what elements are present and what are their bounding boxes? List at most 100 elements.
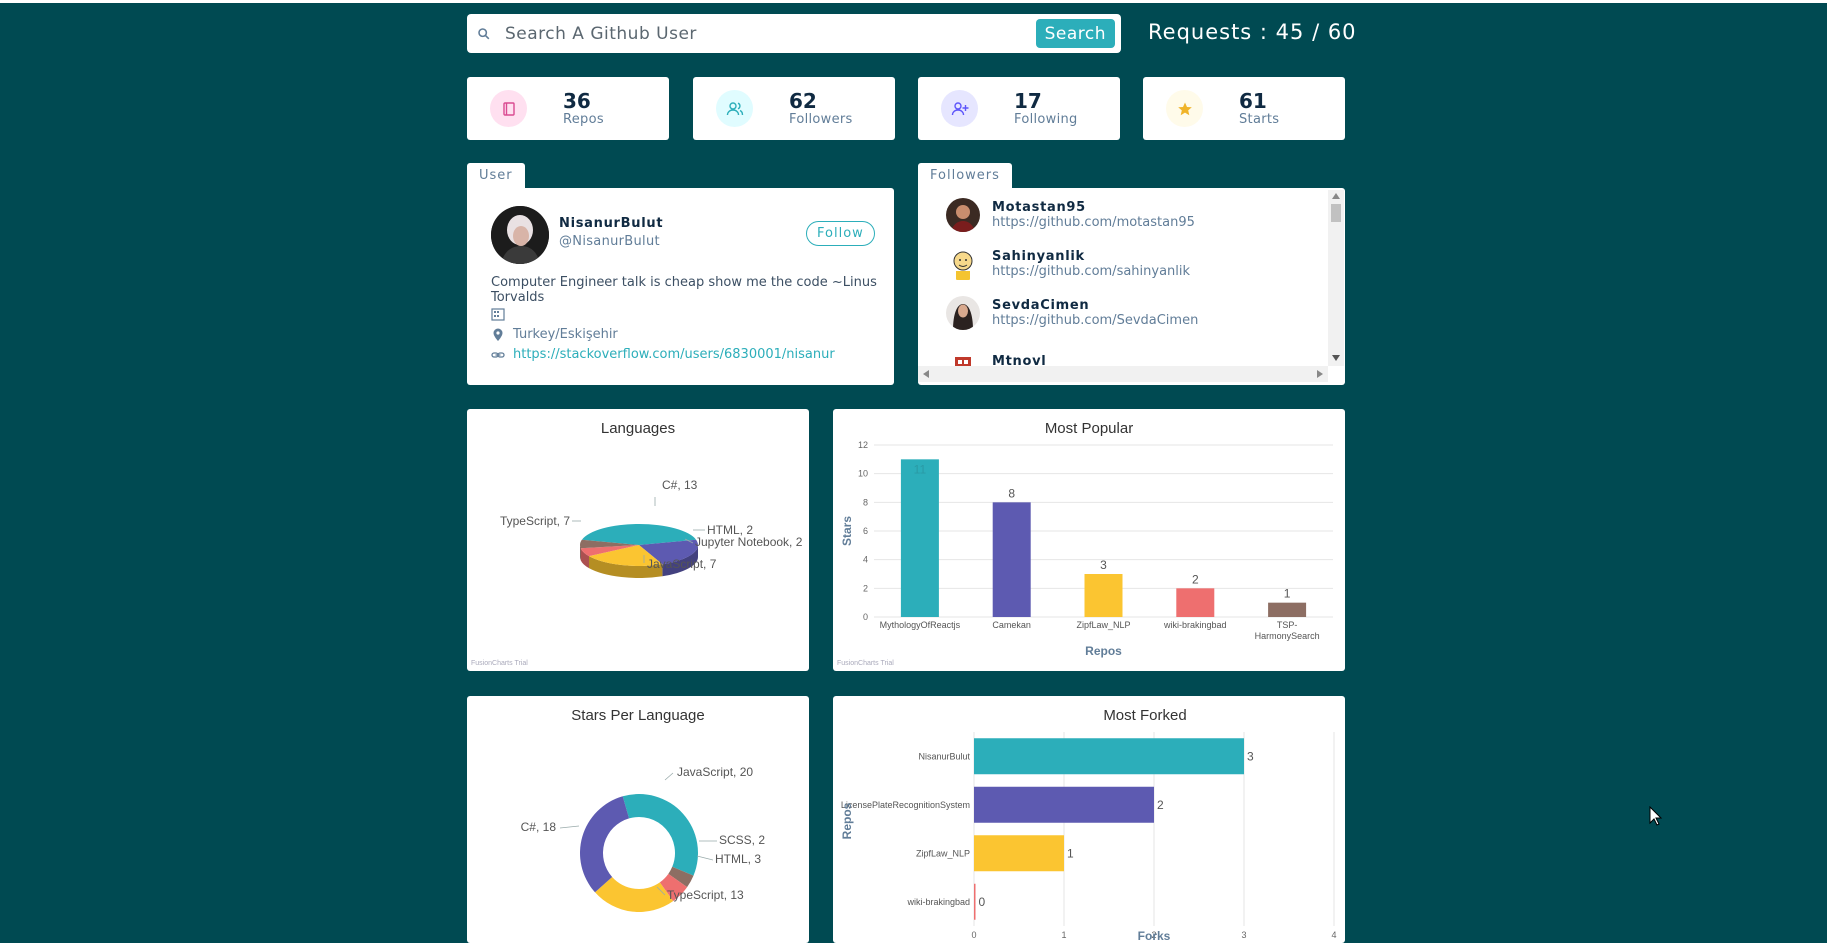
y-tick-label: 4 [863,555,868,565]
bar [974,883,976,920]
y-tick-label: 2 [863,583,868,593]
followers-list: Motastan95 https://github.com/motastan95 … [918,190,1328,366]
user-name: NisanurBulut [559,216,664,231]
most-popular-chart-panel: Most Popular 0 2 4 6 8 10 12 11 MythologyOfReact… [833,409,1345,671]
request-counter: Requests : 45 / 60 [1148,20,1357,44]
bar-value-label: 0 [979,895,986,909]
y-tick-label: 12 [858,440,868,450]
stat-value: 61 [1239,88,1267,113]
y-tick-label: wiki-brakingbad [906,897,970,907]
map-pin-icon [493,328,503,341]
avatar [946,344,980,366]
pie-data-label: Jupyter Notebook, 2 [695,535,803,549]
stat-card-repos: 36 Repos [467,77,669,140]
most-forked-bar-chart: 0 1 2 3 43NisanurBulut2LicensePlateRecogniti… [840,732,1337,943]
stat-card-followers: 62 Followers [693,77,895,140]
follower-item[interactable]: SevdaCimen https://github.com/SevdaCimen [918,288,1328,337]
user-plus-icon [941,90,978,127]
x-tick-label: 1 [1061,930,1066,940]
y-tick-label: 6 [863,526,868,536]
stat-label: Followers [789,111,853,127]
user-handle: @NisanurBulut [559,234,660,249]
bar [1176,588,1215,617]
vertical-scrollbar[interactable] [1328,190,1344,366]
user-blog-link[interactable]: https://stackoverflow.com/users/6830001/… [513,347,835,362]
stat-label: Repos [563,111,604,127]
x-tick-label: MythologyOfReactjs [880,620,961,630]
y-tick-label: 8 [863,497,868,507]
horizontal-scrollbar[interactable] [918,366,1328,382]
link-icon [491,351,505,358]
pie-data-label: TypeScript, 7 [500,514,570,528]
user-tab: User [467,163,525,188]
y-tick-label: LicensePlateRecognitionSystem [841,800,970,810]
building-icon [491,308,505,321]
stars-per-language-doughnut-chart: JavaScript, 20 C#, 18 TypeScript, 13 HTML, … [521,765,765,912]
y-tick-label: ZipfLaw_NLP [916,848,970,858]
bar [974,786,1154,823]
scroll-up-icon[interactable] [1332,193,1340,199]
follower-item[interactable]: Motastan95 https://github.com/motastan95 [918,190,1328,239]
bar-value-label: 8 [1008,486,1015,500]
stat-card-stars: 61 Starts [1143,77,1345,140]
stat-card-following: 17 Following [918,77,1120,140]
doughnut-label-connector [559,825,580,829]
avatar [946,295,980,330]
scroll-right-icon[interactable] [1317,370,1323,378]
user-location: Turkey/Eskişehir [491,327,618,342]
follower-name: Motastan95 [992,199,1086,215]
stars-per-language-chart-panel: Stars Per Language JavaScript, 20 C#, 18 T… [467,696,809,943]
book-icon [490,90,527,127]
bar-value-label: 3 [1100,558,1107,572]
trial-watermark: FusionCharts Trial [471,660,528,667]
user-bio: Computer Engineer talk is cheap show me … [491,275,877,305]
follower-item[interactable]: Mtnovl [918,337,1328,366]
scrollbar-thumb[interactable] [1331,204,1341,222]
bar [992,502,1031,617]
pie-data-label: JavaScript, 7 [647,557,717,571]
users-icon [716,90,753,127]
follower-name: SevdaCimen [992,297,1090,313]
follower-name: Sahinyanlik [992,248,1085,264]
most-forked-chart-panel: Most Forked 0 1 2 3 4 3 NisanurBulut 2 LicensePl… [833,696,1345,943]
bar-value-label: 3 [1247,749,1254,763]
scroll-left-icon[interactable] [923,370,929,378]
y-tick-label: 0 [863,612,868,622]
follow-button[interactable]: Follow [806,221,875,246]
most-popular-bar-chart: 02468101211MythologyOfReactjs8Camekan3Zi… [840,440,1333,658]
doughnut-data-label: TypeScript, 13 [667,888,744,902]
doughnut-data-label: HTML, 3 [715,852,761,866]
x-tick-label: wiki-brakingbad [1163,620,1227,630]
doughnut-data-label: SCSS, 2 [719,833,765,847]
user-company [491,307,513,321]
y-axis-title: Repos [840,802,854,839]
avatar [946,197,980,232]
search-input[interactable] [505,23,1036,44]
avatar [491,206,549,264]
bar [1268,602,1307,617]
follower-url[interactable]: https://github.com/motastan95 [992,215,1195,230]
doughnut-slice [622,794,698,876]
avatar [946,246,980,281]
scroll-down-icon[interactable] [1332,355,1340,361]
doughnut-label-connector [664,772,674,781]
followers-tab: Followers [918,163,1012,188]
x-axis-title: Repos [1085,644,1122,658]
follower-item[interactable]: Sahinyanlik https://github.com/sahinyanli… [918,239,1328,288]
y-tick-label: 10 [858,469,868,479]
follower-url[interactable]: https://github.com/sahinyanlik [992,264,1190,279]
doughnut-label-connector [696,855,714,861]
search-button[interactable]: Search [1035,19,1115,48]
mouse-cursor-icon [1649,806,1663,826]
x-tick-label: 4 [1331,930,1336,940]
bar [900,459,939,617]
user-blog: https://stackoverflow.com/users/6830001/… [491,347,835,362]
x-tick-label: Camekan [992,620,1031,630]
bar-value-label: 1 [1067,846,1074,860]
pie-data-label: C#, 13 [662,478,698,492]
follower-name: Mtnovl [992,354,1047,366]
follower-url[interactable]: https://github.com/SevdaCimen [992,313,1198,328]
x-tick-label: ZipfLaw_NLP [1076,620,1130,630]
followers-panel: Motastan95 https://github.com/motastan95 … [918,188,1345,385]
languages-chart-panel: Languages C#, 13 TypeScript, 7 JavaScript,… [467,409,809,671]
